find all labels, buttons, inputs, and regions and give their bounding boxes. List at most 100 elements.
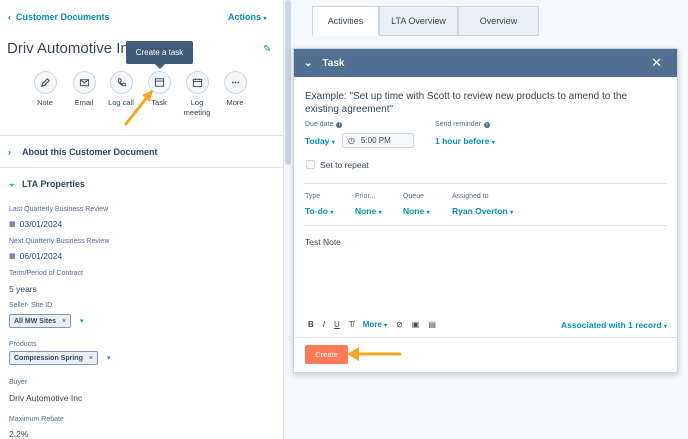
repeat-label: Set to repeat [320,160,369,170]
chevron-down-icon: ⌄ [8,178,16,188]
about-section-title: About this Customer Document [22,146,158,157]
more-format-dropdown[interactable]: More ▾ [363,320,387,329]
more-action-label: More [226,98,244,107]
tab-lta-overview[interactable]: LTA Overview [379,6,458,36]
scrollbar-thumb[interactable] [285,0,291,165]
notes-toolbar: B I U T̸ More ▾ ⊘ ▣ ▤ [308,320,436,329]
calendar-icon: ▦ [9,221,16,228]
next-qbr-date: 06/01/2024 [19,251,63,261]
rebate-value[interactable]: 2.2% [9,429,28,439]
type-label: Type [305,193,321,200]
products-tag-label: Compression Spring [14,354,83,362]
caret-down-icon: ▾ [491,140,495,146]
caret-down-icon: ▾ [378,210,382,216]
due-time-value: 5:00 PM [360,136,391,145]
tooltip: Create a task [126,41,193,69]
next-qbr-value[interactable]: ▦ 06/01/2024 [9,251,62,261]
back-link[interactable]: ‹ Customer Documents [8,12,110,22]
buyer-label: Buyer [9,379,28,386]
term-value[interactable]: 5 years [9,284,37,294]
task-modal: ⌄ Task ✕ Example: "Set up time with Scot… [293,48,678,373]
close-icon[interactable]: × [62,318,66,325]
reminder-label: Send reminder i [435,121,490,128]
divider [304,225,667,226]
due-date-label: Due date i [305,121,343,128]
more-action[interactable]: More [215,71,255,108]
info-icon: i [336,121,343,128]
email-action-label: Email [74,98,94,107]
link-icon[interactable]: ⊘ [396,320,403,329]
assigned-label: Assigned to [452,193,489,200]
associated-label: Associated with 1 record [560,320,662,330]
caret-down-icon: ▾ [331,140,335,146]
lta-section-title: LTA Properties [22,178,85,189]
buyer-value[interactable]: Driv Automotive Inc [9,393,82,403]
log-meeting-action-label: Log meeting [183,98,211,117]
assigned-value: Ryan Overton [452,206,508,216]
task-title-input[interactable]: Example: "Set up time with Scott to revi… [305,90,660,116]
document-icon[interactable]: ▤ [428,320,436,329]
record-sidebar: ‹ Customer Documents Actions ▾ Driv Auto… [0,0,283,439]
record-title: Driv Automotive Inc [7,40,129,57]
clear-format-icon[interactable]: T̸ [349,320,354,329]
log-meeting-action[interactable]: Log meeting [177,71,217,118]
italic-icon[interactable]: I [323,320,325,329]
type-value: To-do [305,206,328,216]
close-icon[interactable]: ✕ [651,56,662,69]
seller-dropdown-caret-icon[interactable]: ▾ [80,317,84,325]
assigned-dropdown[interactable]: Ryan Overton ▾ [452,206,513,216]
back-link-label: Customer Documents [16,12,110,22]
priority-value: None [355,206,377,216]
reminder-value: 1 hour before [435,136,490,146]
last-qbr-date: 03/01/2024 [19,219,63,229]
edit-pencil-icon[interactable]: ✎ [263,44,271,55]
underline-icon[interactable]: U [334,320,340,329]
queue-dropdown[interactable]: None ▾ [403,206,430,216]
annotation-arrow-icon [124,90,153,126]
tab-overview[interactable]: Overview [458,6,539,36]
image-icon[interactable]: ▣ [412,320,420,329]
type-dropdown[interactable]: To-do ▾ [305,206,333,216]
products-dropdown-caret-icon[interactable]: ▾ [107,354,111,362]
caret-down-icon: ▾ [263,16,267,22]
note-action[interactable]: Note [25,71,65,108]
create-button[interactable]: Create [305,345,348,364]
rebate-label: Maximum Rebate [9,416,64,423]
chevron-down-icon[interactable]: ⌄ [304,58,312,69]
task-modal-header: ⌄ Task [294,49,677,77]
priority-label: Prior... [355,193,376,200]
actions-menu[interactable]: Actions ▾ [228,12,267,22]
reminder-label-text: Send reminder [435,121,481,128]
priority-dropdown[interactable]: None ▾ [355,206,382,216]
caret-down-icon: ▾ [426,210,430,216]
email-action[interactable]: Email [64,71,104,108]
bold-icon[interactable]: B [308,320,314,329]
actions-label: Actions [228,12,262,22]
about-section-header[interactable]: › About this Customer Document [0,135,283,167]
close-icon[interactable]: × [89,355,93,362]
due-date-value: Today [305,136,330,146]
chevron-left-icon: ‹ [8,12,11,22]
queue-label: Queue [403,193,425,200]
calendar-icon: ▦ [9,253,16,260]
due-date-dropdown[interactable]: Today ▾ [305,136,335,146]
note-action-label: Note [37,98,53,107]
last-qbr-value[interactable]: ▦ 03/01/2024 [9,219,62,229]
reminder-dropdown[interactable]: 1 hour before ▾ [435,136,495,146]
notes-editor[interactable]: Test Note [305,237,341,247]
due-time-input[interactable]: ◷ 5:00 PM [342,133,414,148]
products-tag: Compression Spring × [9,351,98,365]
repeat-checkbox[interactable] [306,160,315,169]
task-modal-title: Task [322,57,345,69]
products-label: Products [9,341,37,348]
next-qbr-label: Next Quarterly Business Review [9,238,110,245]
queue-value: None [403,206,425,216]
caret-down-icon: ▾ [663,324,667,330]
seller-tag-label: All MW Sites [14,317,57,325]
divider [304,183,667,184]
lta-section-header[interactable]: ⌄ LTA Properties [0,167,283,199]
associated-records-dropdown[interactable]: Associated with 1 record ▾ [561,320,667,330]
tab-activities[interactable]: Activities [312,6,379,36]
last-qbr-label: Last Quarterly Business Review [9,206,109,213]
info-icon: i [483,121,490,128]
